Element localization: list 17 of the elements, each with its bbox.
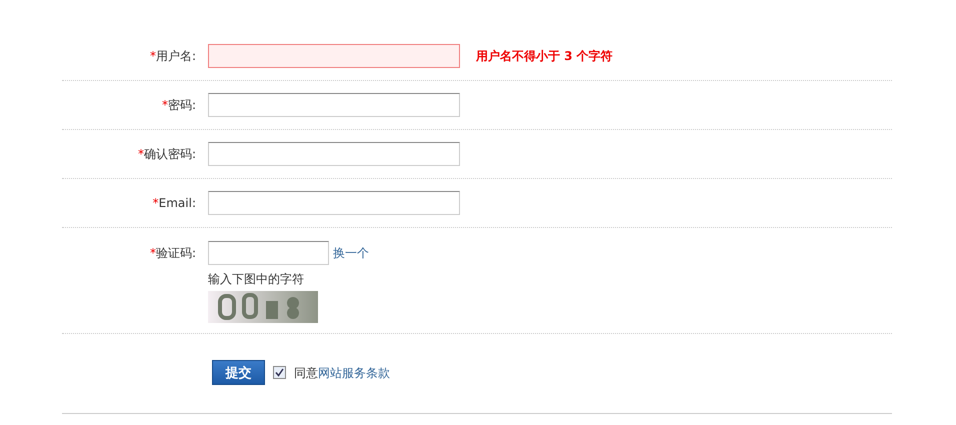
text-input[interactable]: [208, 44, 460, 68]
text-input[interactable]: [208, 93, 460, 117]
captcha-hint: 输入下图中的字符: [208, 271, 305, 287]
field-label: *密码:: [162, 98, 196, 112]
field-label: *验证码:: [150, 246, 196, 260]
captcha-input[interactable]: [208, 241, 329, 265]
field-label: *用户名:: [150, 49, 196, 63]
field-label: *确认密码:: [138, 147, 196, 161]
refresh-link[interactable]: 换一个: [333, 241, 369, 265]
submit-button[interactable]: 提交: [212, 360, 265, 385]
text-input[interactable]: [208, 142, 460, 166]
agree-checkbox[interactable]: [273, 366, 286, 379]
field-label: *Email:: [152, 196, 196, 210]
agree-text: 同意网站服务条款: [294, 364, 390, 382]
text-input[interactable]: [208, 191, 460, 215]
terms-link[interactable]: 网站服务条款: [318, 366, 390, 380]
error-message: 用户名不得小于 3 个字符: [476, 48, 613, 65]
